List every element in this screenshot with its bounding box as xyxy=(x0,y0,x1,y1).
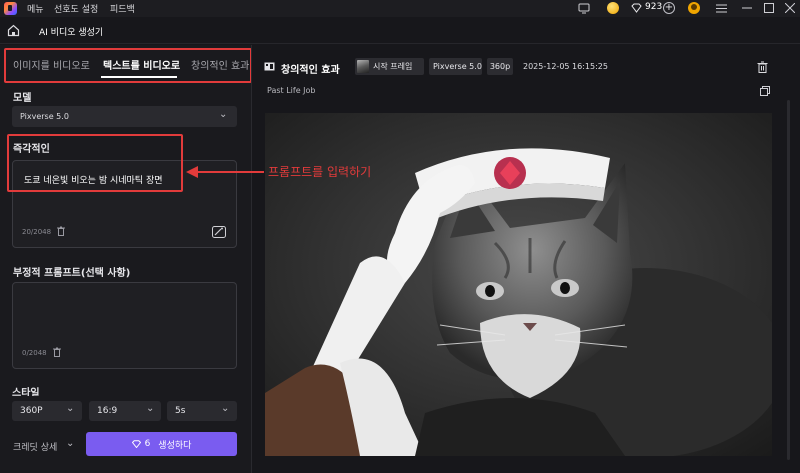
result-prompt-caption: Past Life Job xyxy=(267,86,316,95)
page-title: AI 비디오 생성기 xyxy=(39,28,104,38)
film-icon xyxy=(264,61,275,72)
chevron-down-icon: ⌄ xyxy=(221,403,230,414)
coin-icon xyxy=(607,2,619,14)
diamond-icon xyxy=(131,440,141,448)
add-credits-button[interactable]: + xyxy=(663,2,675,14)
feedback-button[interactable]: 피드백 xyxy=(110,2,135,15)
chevron-down-icon: ⌄ xyxy=(219,109,228,120)
header xyxy=(0,17,800,44)
minimize-icon[interactable] xyxy=(740,1,754,15)
start-frame-thumbnail xyxy=(357,60,369,73)
menu-button[interactable]: 메뉴 xyxy=(27,2,44,15)
close-icon[interactable] xyxy=(783,1,797,15)
prompt-text: 도쿄 네온빛 비오는 밤 시네마틱 장면 xyxy=(24,176,163,186)
chevron-down-icon[interactable]: ⌄ xyxy=(66,438,74,449)
result-title: 창의적인 효과 xyxy=(281,65,340,76)
negative-prompt-char-count: 0/2048 xyxy=(22,349,47,357)
copy-icon[interactable] xyxy=(760,86,770,96)
style-label: 스타일 xyxy=(12,388,40,396)
duration-value: 5s xyxy=(175,406,186,416)
generate-button[interactable]: 6 생성하다 xyxy=(86,432,237,456)
chevron-down-icon: ⌄ xyxy=(146,403,155,414)
generate-label: 생성하다 xyxy=(158,440,192,451)
model-chip: Pixverse 5.0 xyxy=(429,58,482,75)
model-select-value: Pixverse 5.0 xyxy=(20,112,69,121)
generate-cost: 6 xyxy=(144,439,151,449)
model-chip-label: Pixverse 5.0 xyxy=(433,62,482,71)
resolution-value: 360P xyxy=(20,406,43,416)
annotation-text: 프롬프트를 입력하기 xyxy=(268,165,372,179)
model-label: 모델 xyxy=(13,93,32,104)
timestamp: 2025-12-05 16:15:25 xyxy=(523,62,608,71)
trash-icon[interactable] xyxy=(56,226,66,236)
prompt-char-count: 20/2048 xyxy=(22,228,52,236)
annotation-arrow xyxy=(186,166,264,178)
active-tab-indicator xyxy=(101,76,177,78)
aspect-ratio-value: 16:9 xyxy=(97,406,118,416)
start-frame-chip[interactable]: 시작 프레임 xyxy=(355,58,424,75)
maximize-icon[interactable] xyxy=(762,1,776,15)
resolution-chip: 360p xyxy=(487,58,513,75)
chevron-down-icon: ⌄ xyxy=(66,403,75,414)
preferences-button[interactable]: 선호도 설정 xyxy=(54,2,98,15)
credit-count: 923 xyxy=(645,2,663,12)
diamond-icon xyxy=(629,1,643,15)
negative-prompt-label: 부정적 프롬프트(선택 사항) xyxy=(13,268,131,279)
trash-icon[interactable] xyxy=(757,61,768,73)
trash-icon[interactable] xyxy=(52,347,62,357)
start-frame-label: 시작 프레임 xyxy=(373,62,413,71)
screen-cast-icon[interactable] xyxy=(577,1,591,15)
prompt-label: 즉각적인 xyxy=(13,144,50,155)
tab-image-to-video[interactable]: 이미지를 비디오로 xyxy=(13,57,90,72)
credit-detail-toggle[interactable]: 크레딧 상세 xyxy=(13,440,57,453)
hamburger-icon[interactable] xyxy=(714,1,728,15)
home-icon[interactable] xyxy=(7,24,20,37)
avatar[interactable] xyxy=(688,2,700,14)
tab-creative-effects[interactable]: 창의적인 효과 xyxy=(191,57,249,72)
tab-text-to-video[interactable]: 텍스트를 비디오로 xyxy=(103,57,180,72)
resolution-chip-label: 360p xyxy=(489,62,511,71)
magic-wand-icon[interactable] xyxy=(212,226,226,238)
app-logo-icon xyxy=(4,2,17,15)
scrollbar[interactable] xyxy=(787,100,790,460)
